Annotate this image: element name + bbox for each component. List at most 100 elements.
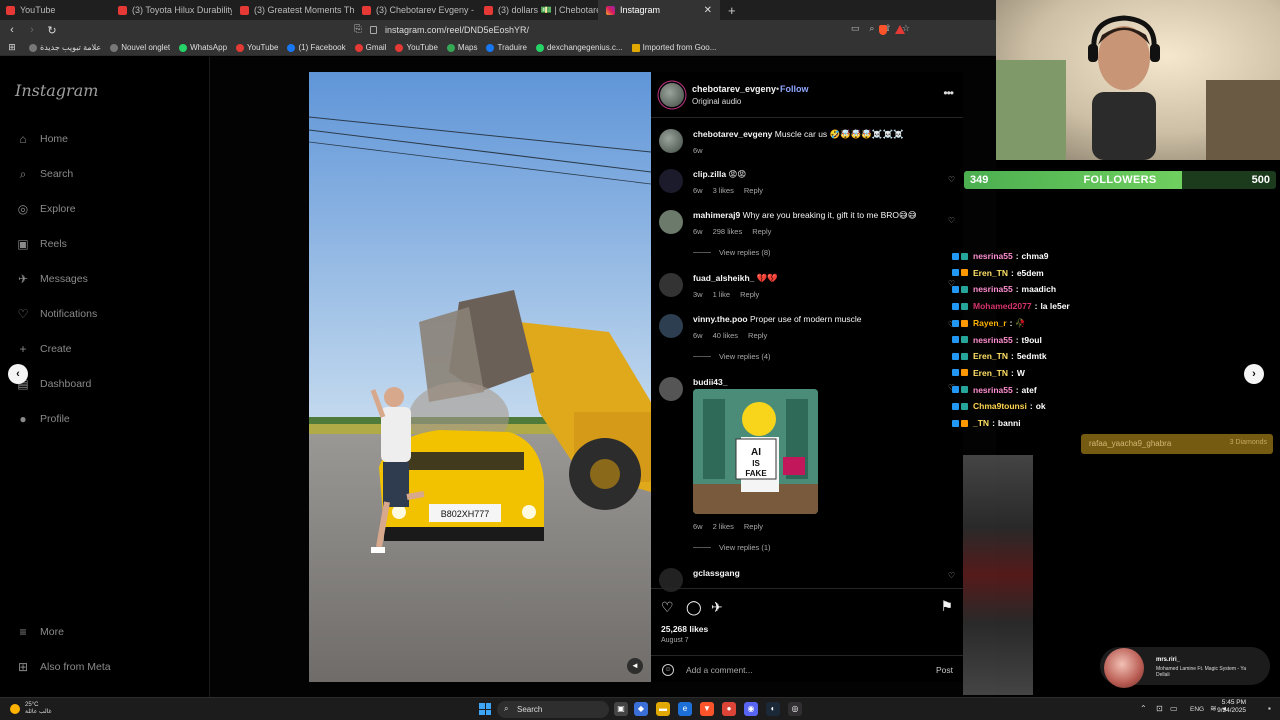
nav-item-profile[interactable]: ● Profile (16, 412, 69, 426)
zoom-icon[interactable]: ⌕ (869, 23, 874, 34)
mute-icon[interactable]: ◄ (627, 658, 643, 674)
steam-icon[interactable]: ◐ (766, 702, 780, 716)
like-count[interactable]: 25,268 likes (661, 624, 708, 634)
brave-rewards-icon[interactable] (895, 25, 905, 34)
nav-item-home[interactable]: ⌂ Home (16, 132, 68, 146)
brave-icon[interactable]: ▼ (700, 702, 714, 716)
nav-item-messages[interactable]: ✈ Messages (16, 272, 88, 286)
copilot-icon[interactable]: ◆ (634, 702, 648, 716)
tab-youtube[interactable]: YouTube (0, 0, 110, 20)
bookmark-item[interactable]: Nouvel onglet (110, 43, 170, 52)
tab-chebotarev-youtube[interactable]: (3) Chebotarev Evgeny - YouTube (354, 0, 476, 20)
bookmark-item[interactable]: WhatsApp (179, 43, 227, 52)
bookmark-item[interactable]: Gmail (354, 43, 386, 52)
back-icon[interactable]: ‹ (4, 24, 20, 36)
brave-shield-icon[interactable] (879, 25, 887, 35)
bookmark-item[interactable]: (1) Facebook (287, 43, 346, 52)
tab-instagram[interactable]: Instagram ✕ (598, 0, 720, 20)
commenter-username[interactable]: vinny.the.poo (693, 314, 748, 324)
view-replies-button[interactable]: View replies (8) (693, 248, 771, 257)
cast-icon[interactable]: ▭ (851, 23, 860, 34)
task-view-icon[interactable]: ▣ (614, 702, 628, 716)
view-replies-button[interactable]: View replies (4) (693, 352, 771, 361)
nav-item-search[interactable]: ⌕ Search (16, 167, 74, 181)
like-icon[interactable]: ♡ (661, 599, 674, 616)
apps-grid-icon[interactable]: ⊞ (4, 42, 20, 53)
language-indicator[interactable]: ENG (1190, 706, 1204, 713)
taskbar-search[interactable]: ⌕ Search (497, 701, 609, 718)
commenter-avatar[interactable] (659, 314, 683, 338)
nav-item-explore[interactable]: ◎ Explore (16, 202, 76, 216)
nav-item-reels[interactable]: ▣ Reels (16, 237, 67, 251)
bookmark-page-icon[interactable]: ⎘ (354, 24, 362, 35)
tab-red-bull[interactable]: (3) Greatest Moments The Red Bull S (232, 0, 354, 20)
nav-item-create[interactable]: + Create (16, 342, 71, 356)
comment-likes[interactable]: 2 likes (713, 522, 734, 531)
reel-video[interactable]: В802ХН777 ◄ (309, 72, 651, 682)
forward-icon[interactable]: › (24, 24, 40, 36)
edge-icon[interactable]: e (678, 702, 692, 716)
comment-likes[interactable]: 298 likes (713, 227, 743, 236)
commenter-avatar[interactable] (659, 169, 683, 193)
bookmark-item[interactable]: Imported from Goo... (631, 43, 716, 52)
nav-item-notifications[interactable]: ♡ Notifications (16, 307, 98, 321)
instagram-logo[interactable]: Instagram (15, 81, 98, 100)
bookmark-item[interactable]: YouTube (395, 43, 438, 52)
reload-icon[interactable]: ↻ (44, 24, 60, 37)
comment-like-icon[interactable]: ♡ (948, 216, 955, 225)
url-field[interactable]: instagram.com/reel/DND5eEoshYR/ (370, 23, 915, 37)
author-username[interactable]: chebotarev_evgeny (692, 84, 776, 94)
comment-like-icon[interactable]: ♡ (948, 175, 955, 184)
site-info-icon[interactable] (370, 26, 377, 34)
comment-reply[interactable]: Reply (744, 522, 763, 531)
close-tab-icon[interactable]: ✕ (704, 5, 712, 16)
commenter-username[interactable]: clip.zilla (693, 169, 726, 179)
comment-likes[interactable]: 1 like (713, 290, 731, 299)
share-icon[interactable]: ✈ (711, 599, 723, 616)
previous-post-button[interactable]: ‹ (8, 364, 28, 384)
add-comment-input[interactable]: Add a comment... (686, 665, 753, 675)
more-options-icon[interactable]: ••• (943, 86, 954, 100)
start-button[interactable] (479, 703, 491, 715)
file-explorer-icon[interactable]: ▬ (656, 702, 670, 716)
caption-username[interactable]: chebotarev_evgeny (693, 129, 772, 139)
comment-reply[interactable]: Reply (740, 290, 759, 299)
author-avatar[interactable] (659, 129, 683, 153)
comment-likes[interactable]: 40 likes (713, 331, 738, 340)
discord-icon[interactable]: ◉ (744, 702, 758, 716)
notification-icon[interactable]: ▪ (1268, 704, 1271, 713)
comment-likes[interactable]: 3 likes (713, 186, 734, 195)
commenter-avatar[interactable] (659, 273, 683, 297)
follow-button[interactable]: Follow (780, 84, 809, 94)
author-avatar[interactable] (660, 83, 684, 107)
network-icon[interactable]: ⊡ (1156, 704, 1163, 713)
commenter-avatar[interactable] (659, 210, 683, 234)
bookmark-item[interactable]: YouTube (236, 43, 278, 52)
commenter-username[interactable]: fuad_alsheikh_ (693, 273, 754, 283)
comment-like-icon[interactable]: ♡ (948, 571, 955, 580)
comment-reply[interactable]: Reply (752, 227, 771, 236)
save-icon[interactable]: ⚑ (940, 598, 953, 615)
bookmark-item[interactable]: Maps (446, 43, 477, 52)
commenter-username[interactable]: gclassgang (693, 568, 740, 578)
tray-app-icon[interactable]: ▭ (1170, 704, 1178, 713)
bookmark-item[interactable]: dexchangegenius.c... (535, 43, 623, 52)
emoji-icon[interactable]: ☺ (662, 664, 674, 676)
commenter-username[interactable]: budii43_ (693, 377, 727, 387)
view-replies-button[interactable]: View replies (1) (693, 543, 771, 552)
wifi-icon[interactable]: ≋ (1210, 704, 1217, 713)
nav-item-dashboard[interactable]: ▤ Dashboard (16, 377, 91, 391)
commenter-avatar[interactable] (659, 377, 683, 401)
comment-reply[interactable]: Reply (744, 186, 763, 195)
nav-item-also-from-meta[interactable]: ⊞ Also from Meta (16, 660, 111, 674)
audio-label[interactable]: Original audio (692, 97, 741, 106)
comment-reply[interactable]: Reply (748, 331, 767, 340)
new-tab-button[interactable]: + (720, 3, 744, 18)
gif-attachment[interactable]: AI IS FAKE (693, 389, 818, 514)
post-comment-button[interactable]: Post (936, 665, 953, 675)
bookmark-item[interactable]: علامة تبويب جديدة (29, 43, 101, 52)
tray-overflow-icon[interactable]: ⌃ (1140, 704, 1147, 713)
nav-item-more[interactable]: ≡ More (16, 625, 63, 639)
tab-dollars[interactable]: (3) dollars 💵 | Chebotarev evgeny (476, 0, 598, 20)
clock[interactable]: 5:45 PM 9/24/2025 (1217, 699, 1246, 715)
